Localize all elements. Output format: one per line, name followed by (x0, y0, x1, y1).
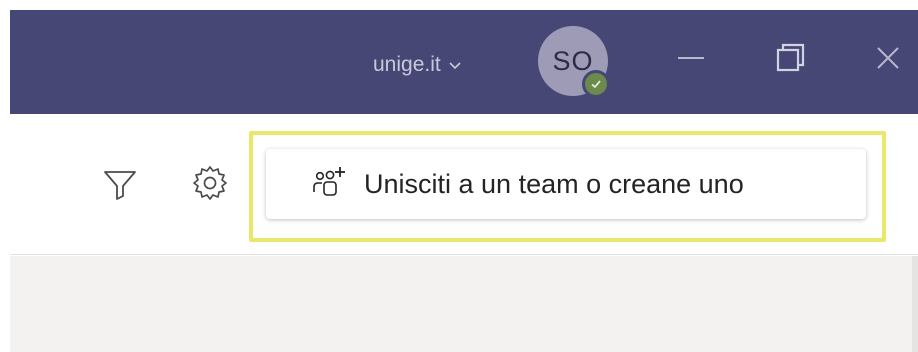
restore-icon[interactable] (770, 38, 810, 78)
gear-icon[interactable] (190, 163, 230, 203)
join-or-create-team-button[interactable]: Unisciti a un team o creane uno (266, 149, 866, 219)
content-area (10, 256, 918, 352)
join-button-label: Unisciti a un team o creane uno (364, 168, 744, 199)
minimize-icon[interactable] (671, 38, 711, 78)
close-icon[interactable] (868, 38, 908, 78)
chevron-down-icon (447, 57, 463, 73)
filter-icon[interactable] (100, 164, 140, 204)
org-name: unige.it (373, 53, 441, 76)
org-switcher[interactable]: unige.it (373, 50, 463, 80)
scroll-edge (912, 256, 918, 352)
presence-available-icon (582, 70, 610, 98)
people-add-icon (310, 165, 348, 203)
